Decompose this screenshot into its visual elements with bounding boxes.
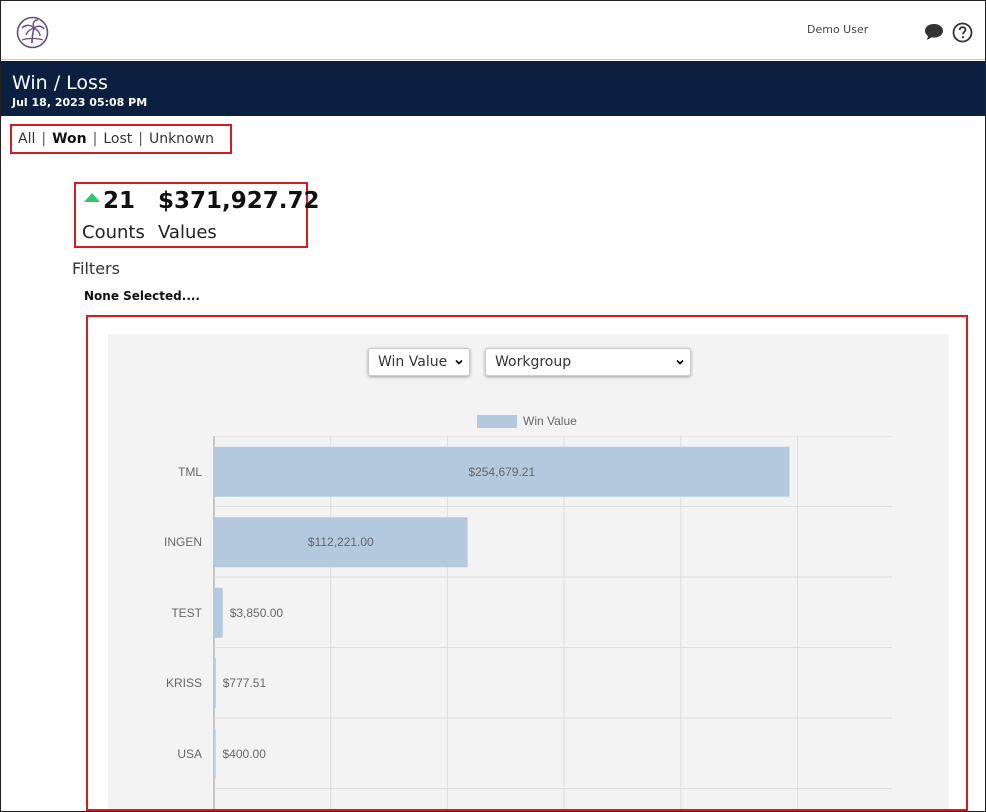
page-banner: Win / Loss Jul 18, 2023 05:08 PM: [1, 61, 985, 116]
palm-tree-icon[interactable]: [16, 16, 49, 49]
report-date: Jul 18, 2023 05:08 PM: [12, 96, 148, 109]
filters-title: Filters: [72, 259, 120, 278]
category-label: INGEN: [163, 535, 202, 550]
category-label: KRISS: [165, 676, 202, 691]
bar-chart-svg: [213, 436, 892, 809]
top-bar: Demo User: [1, 1, 985, 60]
bar-kriss[interactable]: [214, 658, 216, 709]
chevron-down-icon: [455, 359, 463, 365]
chat-bubble-icon[interactable]: [923, 22, 945, 42]
bar-chart: TML $254,679.21 INGEN $112,221.00 TEST $3,850…: [164, 436, 892, 809]
category-label: USA: [177, 746, 202, 761]
chart-legend[interactable]: Win Value: [477, 414, 577, 428]
group-select-value: Workgroup: [495, 354, 572, 370]
legend-label: Win Value: [523, 414, 577, 428]
kpi-value: $371,927.72: [158, 188, 320, 214]
kpi-summary: 21 $371,927.72 Counts Values: [74, 182, 320, 248]
question-circle-icon[interactable]: [952, 22, 973, 43]
bar-usa[interactable]: [214, 728, 216, 779]
tab-unknown[interactable]: Unknown: [149, 131, 214, 147]
data-label: $254,679.21: [468, 464, 536, 479]
filters-value: None Selected....: [84, 289, 200, 303]
data-label: $777.51: [222, 676, 267, 691]
tab-separator: |: [138, 131, 143, 147]
bar-test[interactable]: [214, 587, 223, 638]
chart-area: Win Value Workgroup Win Value TML $254,67…: [108, 334, 949, 809]
chevron-down-icon: [676, 359, 684, 365]
data-label: $3,850.00: [229, 605, 284, 620]
kpi-count: 21: [103, 188, 136, 214]
data-label: $400.00: [222, 746, 266, 761]
app-window: Demo User Win / Loss Jul 18, 2023 05:08 …: [0, 0, 986, 812]
data-label: $112,221.00: [307, 535, 374, 550]
user-name[interactable]: Demo User: [807, 23, 868, 36]
page-title: Win / Loss: [12, 72, 108, 94]
metric-select[interactable]: Win Value: [368, 348, 470, 376]
metric-select-value: Win Value: [378, 354, 448, 370]
legend-swatch: [477, 414, 517, 428]
outcome-tabs: All | Won | Lost | Unknown: [10, 124, 232, 154]
chart-panel: Win Value Workgroup Win Value TML $254,67…: [86, 315, 968, 811]
group-select[interactable]: Workgroup: [485, 348, 691, 376]
kpi-count-label: Counts: [82, 222, 145, 243]
trend-up-icon: [84, 193, 100, 202]
tab-lost[interactable]: Lost: [103, 131, 132, 147]
category-label: TML: [178, 464, 202, 479]
tab-all[interactable]: All: [18, 131, 35, 147]
tab-won[interactable]: Won: [52, 131, 87, 147]
tab-separator: |: [92, 131, 98, 147]
tab-separator: |: [41, 131, 47, 147]
kpi-value-label: Values: [158, 222, 217, 243]
category-label: TEST: [171, 605, 202, 620]
